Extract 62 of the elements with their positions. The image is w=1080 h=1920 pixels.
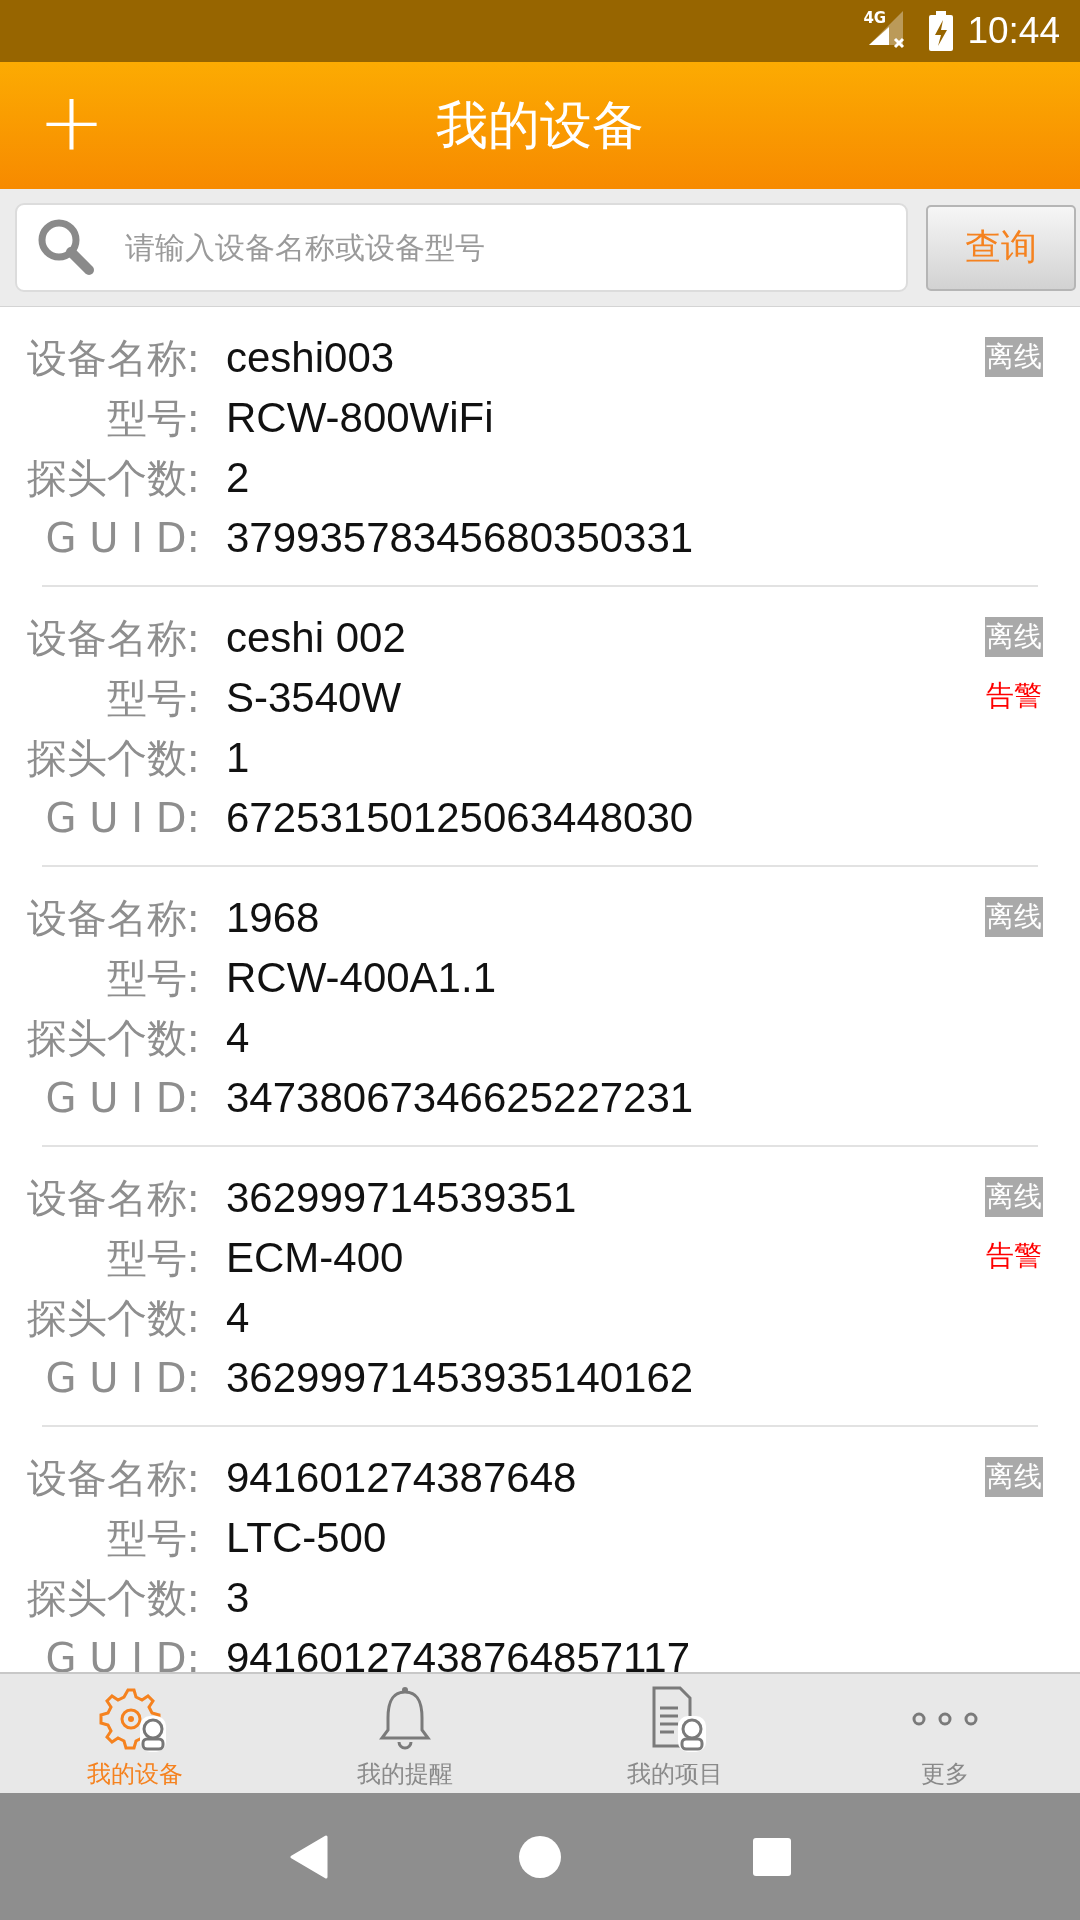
probe-count: 3 [226, 1574, 250, 1622]
tab-button[interactable]: 我的项目 [540, 1674, 810, 1793]
alarm-label: 告警 [985, 678, 1043, 714]
device-name-label: 设备名称: [25, 333, 200, 383]
search-icon [37, 218, 95, 276]
device-name: 362999714539351 [226, 1174, 577, 1222]
guid-label: G U I D: [44, 1075, 200, 1121]
model-label: 型号: [105, 1233, 200, 1283]
probe-count: 2 [226, 454, 250, 502]
model-label: 型号: [105, 673, 200, 723]
offline-badge: 离线 [985, 897, 1043, 937]
device-name: ceshi003 [226, 334, 395, 382]
model-value: S-3540W [226, 674, 402, 722]
probe-count-label: 探头个数: [25, 1013, 200, 1063]
guid-label: G U I D: [44, 1635, 200, 1672]
guid-value: 67253150125063448030 [226, 794, 694, 842]
guid-value: 34738067346625227231 [226, 1074, 694, 1122]
probe-count-label: 探头个数: [25, 1293, 200, 1343]
back-icon[interactable] [288, 1834, 328, 1879]
device-name: 941601274387648 [226, 1454, 577, 1502]
add-button[interactable]: + [38, 78, 106, 168]
model-value: RCW-800WiFi [226, 394, 494, 442]
device-name: ceshi 002 [226, 614, 406, 662]
battery-charging-icon [929, 11, 954, 51]
page-title: 我的设备 [436, 93, 644, 157]
offline-badge: 离线 [985, 1457, 1043, 1497]
offline-badge: 离线 [985, 337, 1043, 377]
more-icon [912, 1712, 978, 1726]
offline-badge: 离线 [985, 617, 1043, 657]
tab-button[interactable]: 我的提醒 [270, 1674, 540, 1793]
device-name-label: 设备名称: [25, 893, 200, 943]
guid-value: 36299971453935140162 [226, 1354, 694, 1402]
model-label: 型号: [105, 953, 200, 1003]
device-name: 1968 [226, 894, 320, 942]
device-name-label: 设备名称: [25, 1453, 200, 1503]
guid-label: G U I D: [44, 1355, 200, 1401]
clock-time: 10:44 [967, 10, 1060, 52]
device-name-label: 设备名称: [25, 613, 200, 663]
guid-label: G U I D: [44, 795, 200, 841]
probe-count-label: 探头个数: [25, 1573, 200, 1623]
probe-count: 4 [226, 1294, 250, 1342]
search-field[interactable]: 请输入设备名称或设备型号 [15, 203, 908, 292]
tab-button[interactable]: 更多 [810, 1674, 1080, 1793]
guid-value: 94160127438764857117 [226, 1634, 691, 1672]
offline-badge: 离线 [985, 1177, 1043, 1217]
model-value: RCW-400A1.1 [226, 954, 496, 1002]
tab-button[interactable]: 我的设备 [0, 1674, 270, 1793]
model-value: ECM-400 [226, 1234, 404, 1282]
device-name-label: 设备名称: [25, 1173, 200, 1223]
query-button[interactable]: 查询 [926, 204, 1076, 291]
probe-count-label: 探头个数: [25, 733, 200, 783]
recents-icon[interactable] [752, 1836, 792, 1877]
guid-label: G U I D: [44, 515, 200, 561]
alarm-label: 告警 [985, 1238, 1043, 1274]
home-icon[interactable] [518, 1834, 562, 1879]
probe-count-label: 探头个数: [25, 453, 200, 503]
model-value: LTC-500 [226, 1514, 387, 1562]
probe-count: 4 [226, 1014, 250, 1062]
guid-value: 37993578345680350331 [226, 514, 694, 562]
probe-count: 1 [226, 734, 250, 782]
model-label: 型号: [105, 1513, 200, 1563]
model-label: 型号: [105, 393, 200, 443]
